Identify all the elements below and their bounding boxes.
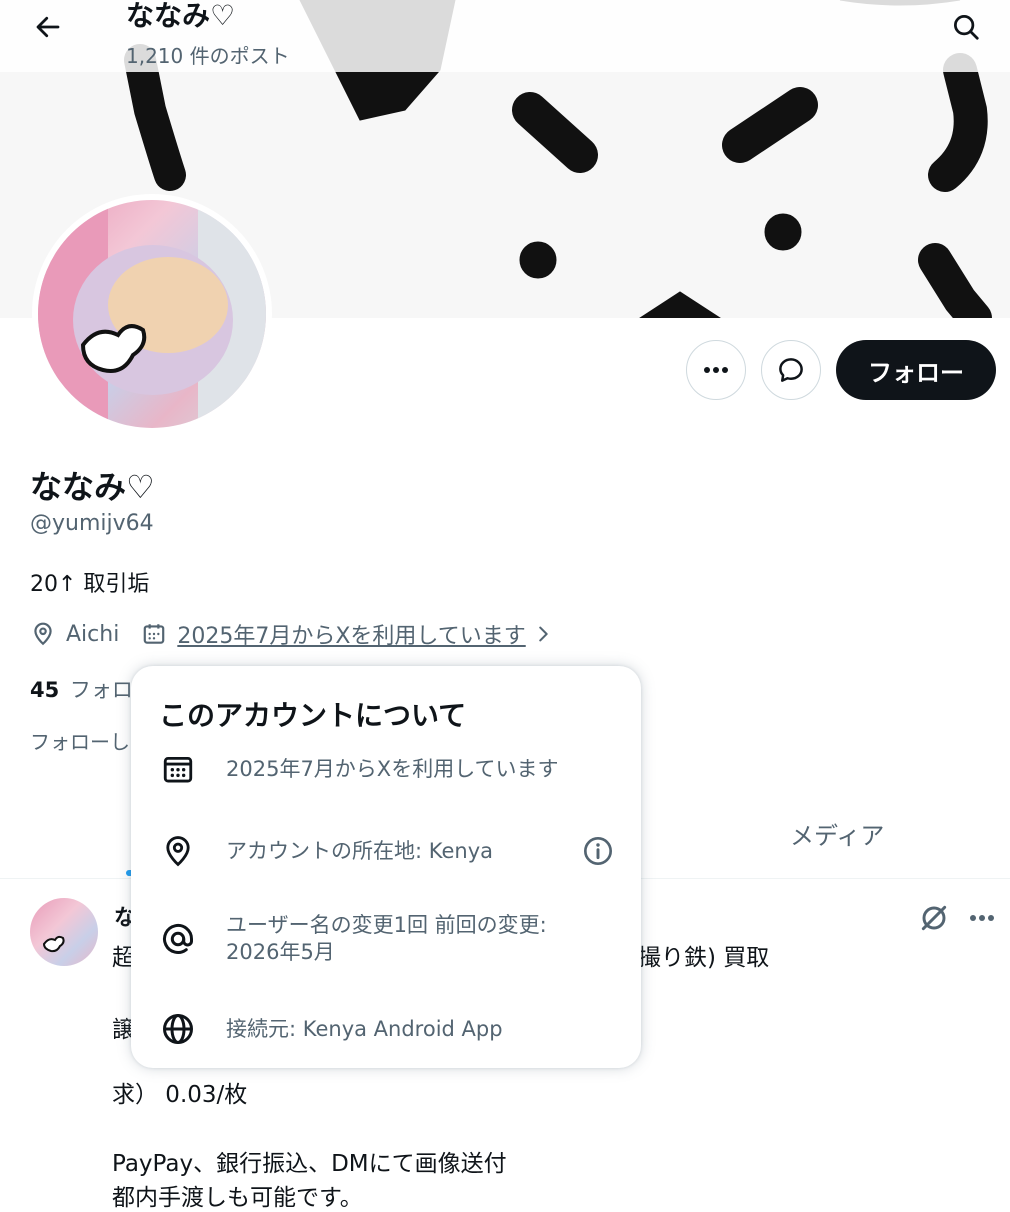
follow-button[interactable]: フォロー	[836, 340, 996, 400]
chevron-right-icon	[538, 626, 548, 642]
post-text-line: 求） 0.03/枚	[112, 1082, 248, 1108]
popover-row-location: アカウントの所在地: Kenya	[159, 832, 619, 870]
popover-username-text: ユーザー名の変更1回 前回の変更: 2026年5月	[226, 913, 547, 964]
back-button[interactable]	[22, 6, 74, 48]
more-options-button[interactable]	[686, 340, 746, 400]
about-account-popover: このアカウントについて 2025年7月からXを利用しています アカウントの所在地…	[131, 666, 641, 1068]
avatar-image	[38, 200, 266, 428]
following-count: 45	[30, 678, 60, 702]
location-pin-icon	[34, 622, 52, 646]
message-button[interactable]	[761, 340, 821, 400]
popover-location-text: アカウントの所在地: Kenya	[226, 838, 494, 863]
location-text: Aichi	[66, 621, 120, 647]
calendar-icon	[159, 750, 197, 788]
profile-avatar[interactable]	[32, 194, 272, 434]
globe-icon	[159, 1010, 197, 1048]
post-text-line: PayPay、銀行振込、DMにて画像送付	[112, 1151, 507, 1177]
chat-bubble-icon	[779, 358, 803, 382]
header-title: ななみ♡	[126, 0, 236, 32]
avatar-photo-shapes	[38, 200, 266, 428]
location-info-button[interactable]	[581, 834, 615, 868]
grok-icon	[921, 905, 947, 931]
post-text-line: 都内手渡しも可能です。	[112, 1185, 363, 1211]
profile-handle: @yumijv64	[30, 511, 154, 536]
popover-row-username-changes: ユーザー名の変更1回 前回の変更: 2026年5月	[159, 912, 619, 966]
following-label: フォロ	[69, 678, 133, 702]
joined-date-text: 2025年7月からXを利用しています	[177, 624, 526, 649]
search-icon	[954, 15, 979, 40]
at-sign-icon	[159, 920, 197, 958]
info-icon	[584, 837, 612, 865]
calendar-icon	[144, 624, 165, 644]
post-text-line: 撮り鉄) 買取	[638, 945, 770, 971]
top-bar: ななみ♡ 1,210 件のポスト	[0, 0, 1010, 72]
location: Aichi	[30, 621, 119, 647]
followed-by-text: フォローし	[30, 730, 130, 754]
search-button[interactable]	[940, 6, 992, 48]
popover-row-connected-via: 接続元: Kenya Android App	[159, 1010, 619, 1048]
tab-media[interactable]: メディア	[790, 816, 884, 851]
header-post-count: 1,210 件のポスト	[126, 44, 290, 68]
location-pin-icon	[159, 832, 197, 870]
arrow-left-icon	[36, 16, 60, 38]
following-count-link[interactable]: 45 フォロ	[30, 674, 133, 704]
post-more-button[interactable]	[962, 898, 1002, 938]
profile-bio: 20↑ 取引垢	[30, 572, 150, 597]
post-avatar-shapes	[42, 935, 65, 953]
post-avatar[interactable]	[30, 898, 98, 966]
popover-title: このアカウントについて	[159, 699, 467, 732]
popover-row-joined: 2025年7月からXを利用しています	[159, 750, 619, 788]
display-name: ななみ♡	[30, 468, 155, 506]
profile-meta: Aichi 2025年7月からXを利用しています	[30, 616, 554, 652]
more-dots-icon	[970, 915, 994, 921]
more-dots-icon	[704, 367, 728, 373]
grok-button[interactable]	[914, 898, 954, 938]
joined-date-link[interactable]: 2025年7月からXを利用しています	[141, 618, 553, 650]
popover-connected-text: 接続元: Kenya Android App	[226, 1016, 503, 1041]
popover-joined-text: 2025年7月からXを利用しています	[226, 756, 559, 781]
